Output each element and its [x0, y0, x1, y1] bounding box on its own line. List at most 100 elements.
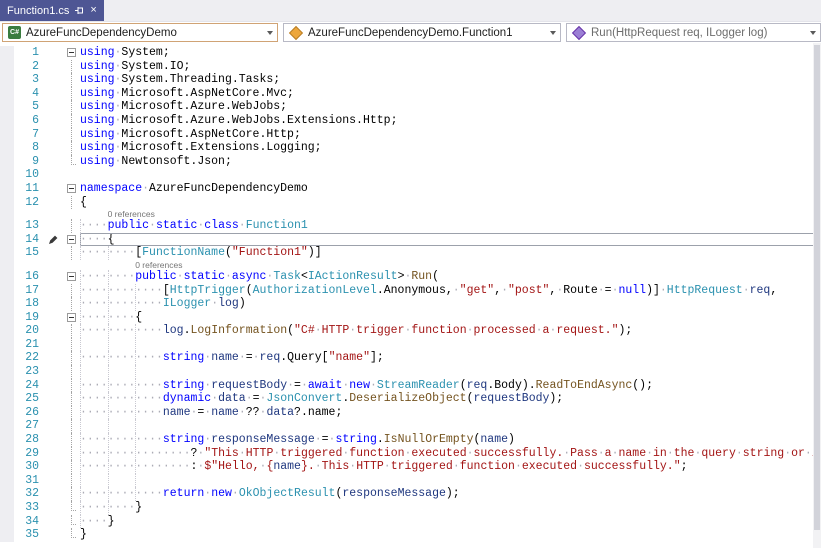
- line-number[interactable]: 29: [14, 447, 44, 461]
- code-line[interactable]: [80, 473, 821, 488]
- scrollbar-thumb[interactable]: [814, 45, 820, 530]
- code-line[interactable]: using·Microsoft.AspNetCore.Mvc;: [80, 87, 821, 101]
- codelens-references-link[interactable]: 0 references: [135, 260, 182, 270]
- line-number[interactable]: 24: [14, 379, 44, 393]
- line-number[interactable]: 22: [14, 351, 44, 365]
- code-line[interactable]: using·Microsoft.Azure.WebJobs.Extensions…: [80, 114, 821, 128]
- fold-guide-line: [71, 86, 72, 101]
- code-line[interactable]: ········public·static·async·Task<IAction…: [80, 269, 821, 284]
- fold-toggle-icon[interactable]: [67, 234, 76, 244]
- code-line[interactable]: ········}: [80, 501, 821, 515]
- line-number[interactable]: 31: [14, 474, 44, 488]
- code-line[interactable]: [80, 419, 821, 434]
- chevron-down-icon[interactable]: [805, 24, 820, 41]
- code-line[interactable]: ············log.LogInformation("C#·HTTP·…: [80, 324, 821, 338]
- fold-toggle-icon[interactable]: [67, 48, 76, 57]
- line-number[interactable]: 13: [14, 219, 44, 233]
- code-line[interactable]: ················:·$"Hello,·{name}.·This·…: [80, 460, 821, 474]
- line-number[interactable]: 34: [14, 515, 44, 529]
- outlining-margin: [64, 337, 80, 352]
- fold-toggle-icon[interactable]: [67, 271, 76, 281]
- line-number[interactable]: 33: [14, 501, 44, 515]
- line-number[interactable]: 35: [14, 528, 44, 542]
- code-line[interactable]: ················?·"This·HTTP·triggered·f…: [80, 446, 821, 461]
- line-number[interactable]: 3: [14, 73, 44, 87]
- code-line[interactable]: ········{: [80, 310, 821, 325]
- line-number[interactable]: 2: [14, 60, 44, 74]
- code-line[interactable]: ············return·new·OkObjectResult(re…: [80, 487, 821, 501]
- line-number[interactable]: 18: [14, 297, 44, 311]
- fold-toggle-icon[interactable]: [67, 312, 76, 322]
- glyph-margin: [0, 310, 14, 325]
- line-number[interactable]: 9: [14, 155, 44, 169]
- tab-function1cs[interactable]: Function1.cs ×: [0, 0, 104, 21]
- code-line[interactable]: ····public·static·class·Function1: [80, 219, 821, 233]
- glyph-margin: [0, 337, 14, 352]
- line-number[interactable]: 19: [14, 311, 44, 325]
- code-line[interactable]: namespace·AzureFuncDependencyDemo: [80, 182, 821, 196]
- code-line[interactable]: ············name·=·name·??·data?.name;: [80, 405, 821, 420]
- code-line[interactable]: using·Microsoft.AspNetCore.Http;: [80, 128, 821, 142]
- line-number[interactable]: 28: [14, 433, 44, 447]
- code-line[interactable]: {: [80, 196, 821, 210]
- line-number[interactable]: 5: [14, 100, 44, 114]
- outlining-margin: [64, 59, 80, 74]
- code-editor[interactable]: 1 using·System; 2 using·System.IO; 3 using·Sy…: [0, 43, 821, 548]
- outlining-margin: [64, 168, 80, 182]
- line-number[interactable]: 12: [14, 196, 44, 210]
- line-number[interactable]: 16: [14, 270, 44, 284]
- line-number[interactable]: 7: [14, 128, 44, 142]
- line-number[interactable]: 11: [14, 182, 44, 196]
- code-line[interactable]: using·System;: [80, 46, 821, 60]
- project-dropdown[interactable]: C# AzureFuncDependencyDemo: [2, 23, 278, 42]
- fold-toggle-icon[interactable]: [67, 183, 76, 193]
- line-number[interactable]: 10: [14, 168, 44, 182]
- code-line[interactable]: using·Microsoft.Azure.WebJobs;: [80, 100, 821, 114]
- line-number[interactable]: 25: [14, 392, 44, 406]
- outlining-margin: [64, 378, 80, 393]
- line-number[interactable]: 4: [14, 87, 44, 101]
- pencil-cursor-icon: [49, 235, 58, 244]
- line-number[interactable]: 8: [14, 141, 44, 155]
- pin-icon[interactable]: [74, 5, 85, 16]
- code-line[interactable]: ············string·name·=·req.Query["nam…: [80, 351, 821, 366]
- code-line[interactable]: using·Newtonsoft.Json;: [80, 155, 821, 169]
- code-line[interactable]: [80, 365, 821, 379]
- vertical-scrollbar[interactable]: [813, 43, 821, 548]
- line-number[interactable]: 17: [14, 284, 44, 298]
- code-line[interactable]: ········[FunctionName("Function1")]: [80, 246, 821, 260]
- code-line[interactable]: ············string·responseMessage·=·str…: [80, 433, 821, 447]
- code-line[interactable]: ············dynamic·data·=·JsonConvert.D…: [80, 392, 821, 406]
- code-line[interactable]: ············string·requestBody·=·await·n…: [80, 378, 821, 393]
- line-number[interactable]: 21: [14, 338, 44, 352]
- codelens-references-link[interactable]: 0 references: [108, 209, 155, 219]
- code-line[interactable]: using·Microsoft.Extensions.Logging;: [80, 141, 821, 155]
- line-number[interactable]: 26: [14, 406, 44, 420]
- chevron-down-icon[interactable]: [262, 24, 277, 41]
- line-number[interactable]: 15: [14, 246, 44, 260]
- line-number[interactable]: 27: [14, 419, 44, 433]
- line-number[interactable]: 23: [14, 365, 44, 379]
- method-icon: [571, 25, 587, 40]
- code-line[interactable]: ············ILogger·log): [80, 297, 821, 311]
- close-icon[interactable]: ×: [90, 5, 96, 16]
- chevron-down-icon[interactable]: [545, 24, 560, 41]
- line-number[interactable]: 1: [14, 46, 44, 60]
- outlining-margin: [64, 460, 80, 474]
- code-line[interactable]: [80, 337, 821, 352]
- line-number[interactable]: 6: [14, 114, 44, 128]
- code-line[interactable]: using·System.IO;: [80, 60, 821, 74]
- line-number[interactable]: 20: [14, 324, 44, 338]
- code-row: 18 ············ILogger·log): [0, 297, 821, 311]
- code-line[interactable]: ············[HttpTrigger(AuthorizationLe…: [80, 283, 821, 298]
- line-number[interactable]: 14: [14, 233, 44, 247]
- line-number[interactable]: 32: [14, 487, 44, 501]
- member-dropdown[interactable]: Run(HttpRequest req, ILogger log): [566, 23, 821, 42]
- line-number[interactable]: 30: [14, 460, 44, 474]
- code-line[interactable]: ····{: [80, 232, 821, 247]
- code-line[interactable]: [80, 168, 821, 182]
- type-dropdown[interactable]: AzureFuncDependencyDemo.Function1: [283, 23, 561, 42]
- code-line[interactable]: ····}: [80, 514, 821, 529]
- code-line[interactable]: }: [80, 528, 821, 542]
- code-line[interactable]: using·System.Threading.Tasks;: [80, 73, 821, 87]
